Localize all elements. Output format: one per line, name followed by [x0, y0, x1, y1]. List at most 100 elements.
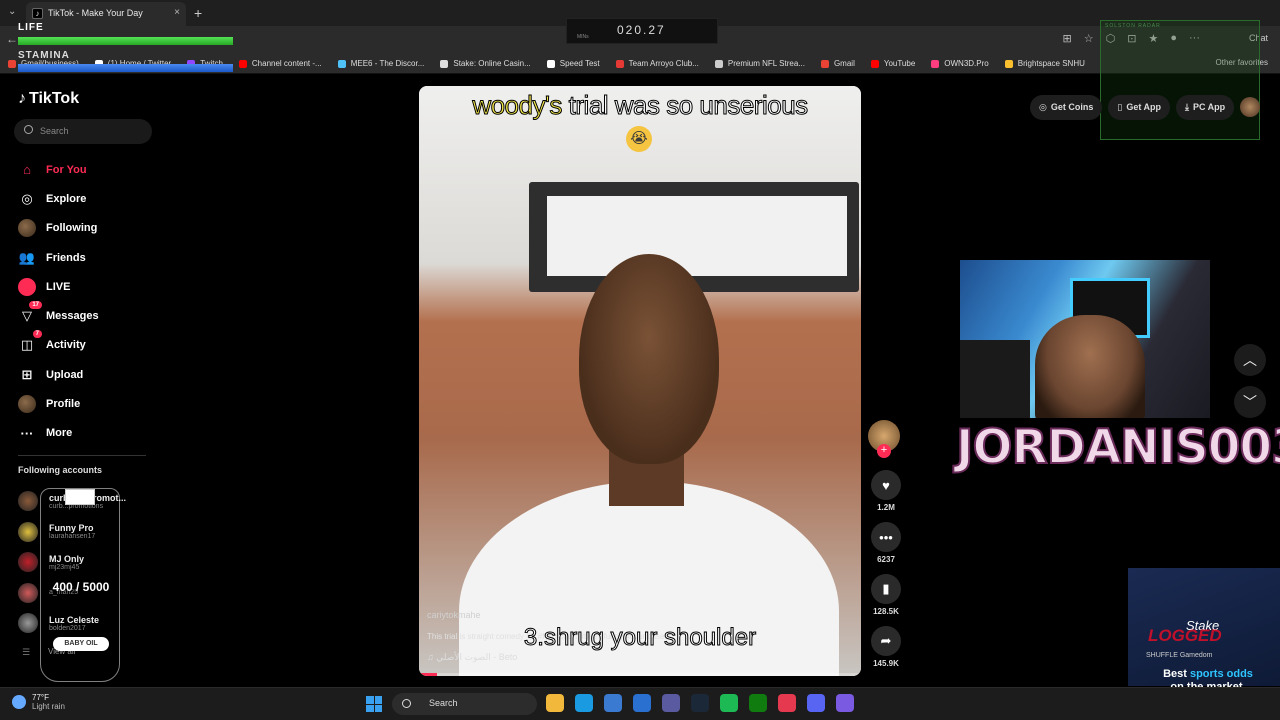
sidebar-item-messages[interactable]: ▽ 17 Messages — [18, 301, 99, 330]
timer-value: 020.27 — [617, 23, 666, 37]
edge-icon[interactable] — [575, 694, 593, 712]
favorite-link[interactable]: Premium NFL Strea... — [714, 59, 805, 68]
weather-temp: 77°F — [32, 693, 49, 702]
search-input[interactable]: Search — [14, 119, 152, 144]
steam-icon[interactable] — [691, 694, 709, 712]
account-avatar — [18, 552, 38, 573]
video-author-handle[interactable]: cariytokmahe — [427, 610, 481, 620]
favorite-link[interactable]: YouTube — [870, 59, 915, 68]
follow-plus-icon[interactable]: + — [877, 444, 891, 458]
search-placeholder: Search — [40, 126, 69, 136]
split-screen-icon[interactable]: ⊞ — [1063, 32, 1072, 45]
chevron-down-icon: ﹀ — [1243, 394, 1257, 410]
favorite-label: Channel content -... — [251, 59, 322, 68]
home-icon: ⌂ — [23, 162, 31, 178]
get-app-button[interactable]: ▯ Get App — [1108, 95, 1170, 120]
favorite-label: OWN3D.Pro — [944, 59, 989, 68]
pc-app-button[interactable]: ⤓ PC App — [1176, 95, 1235, 120]
close-tab-icon[interactable]: × — [174, 7, 180, 18]
tiktok-logo[interactable]: ♪ TikTok — [18, 90, 79, 108]
compass-icon: ◎ — [21, 190, 33, 206]
spotify-icon[interactable] — [720, 694, 738, 712]
browser-tab[interactable]: ♪ TikTok - Make Your Day × — [26, 2, 186, 26]
previous-video-button[interactable]: ︿ — [1234, 344, 1266, 376]
windows-taskbar: 77°F Light rain Search — [0, 687, 1280, 720]
like-count: 1.2M — [877, 503, 895, 512]
notification-badge: 7 — [32, 330, 42, 339]
heart-icon[interactable]: ♥ — [871, 470, 901, 500]
favorite-favicon-icon — [870, 59, 879, 68]
sidebar-item-following[interactable]: Following — [18, 214, 99, 243]
tiktok-note-icon: ♪ — [18, 90, 26, 107]
taskbar-search-label: Search — [429, 698, 458, 708]
back-arrow-icon[interactable]: ← — [6, 32, 18, 46]
sidebar-item-more[interactable]: ··· More — [18, 419, 99, 448]
account-avatar — [18, 582, 38, 603]
windows-start-icon[interactable] — [366, 696, 382, 712]
save-action[interactable]: ▮ 128.5K — [868, 574, 904, 616]
sidebar-item-friends[interactable]: 👥 Friends — [18, 243, 99, 272]
maps-icon[interactable] — [778, 694, 796, 712]
video-progress-bar[interactable] — [419, 673, 861, 676]
video-player[interactable]: woody's trial was so unserious 😭 cariyto… — [419, 86, 861, 676]
get-coins-button[interactable]: ◎ Get Coins — [1030, 95, 1103, 120]
video-subtitle: 3.shrug your shoulder — [523, 624, 757, 652]
sidebar-item-live[interactable]: LIVE — [18, 272, 99, 301]
favorite-favicon-icon — [714, 59, 723, 68]
weather-widget[interactable]: 77°F Light rain — [12, 693, 65, 711]
streamer-webcam — [960, 260, 1210, 418]
favorite-link[interactable]: Stake: Online Casin... — [440, 59, 531, 68]
mail-icon[interactable] — [633, 694, 651, 712]
favorite-link[interactable]: Gmail — [820, 59, 855, 68]
video-person-head — [579, 254, 719, 464]
favorite-link[interactable]: OWN3D.Pro — [931, 59, 989, 68]
sidebar-item-upload[interactable]: ⊞ Upload — [18, 360, 99, 389]
stamina-label: STAMINA — [18, 50, 70, 61]
apps-grid-icon[interactable] — [836, 694, 854, 712]
user-avatar[interactable] — [1240, 97, 1261, 117]
favorite-link[interactable]: Team Arroyo Club... — [615, 59, 699, 68]
favorite-link[interactable]: Speed Test — [546, 59, 600, 68]
next-video-button[interactable]: ﹀ — [1234, 386, 1266, 418]
weather-condition: Light rain — [32, 702, 65, 711]
creator-avatar[interactable]: + — [868, 420, 900, 458]
sponsor-ad: Stake LOGGED SHUFFLE Gamedom Best sports… — [1128, 568, 1280, 693]
favorite-favicon-icon — [931, 59, 940, 68]
radar-overlay: SOLSTON RADAR — [1100, 20, 1260, 140]
phone-icon: ▯ — [1117, 102, 1123, 112]
video-music[interactable]: ♫ الصوت الأصلي - Beto — [427, 652, 517, 663]
favorite-link[interactable]: Brightspace SNHU — [1004, 59, 1085, 68]
new-tab-button[interactable]: + — [194, 5, 202, 21]
xbox-icon[interactable] — [749, 694, 767, 712]
store-icon[interactable] — [604, 694, 622, 712]
share-icon[interactable]: ➦ — [871, 626, 901, 656]
sidebar-item-for-you[interactable]: ⌂ For You — [18, 155, 99, 184]
tab-list-icon[interactable]: ⌄ — [8, 6, 16, 17]
taskbar-search[interactable]: Search — [392, 693, 537, 715]
account-avatar — [18, 491, 38, 512]
favorite-link[interactable]: MEE6 - The Discor... — [337, 59, 424, 68]
share-action[interactable]: ➦ 145.9K — [868, 626, 904, 668]
comment-icon[interactable]: ••• — [871, 522, 901, 552]
stream-deck-icon[interactable] — [662, 694, 680, 712]
comment-action[interactable]: ••• 6237 — [868, 522, 904, 564]
favorite-star-icon[interactable]: ☆ — [1084, 32, 1094, 45]
bottle-cap — [65, 489, 95, 505]
like-action[interactable]: ♥ 1.2M — [868, 470, 904, 512]
file-explorer-icon[interactable] — [546, 694, 564, 712]
get-app-label: Get App — [1126, 102, 1161, 112]
caption-highlight: woody's — [472, 90, 563, 121]
account-avatar — [18, 613, 38, 634]
avatar — [18, 219, 36, 238]
favorite-label: Premium NFL Strea... — [727, 59, 805, 68]
pc-app-label: PC App — [1192, 102, 1226, 112]
sidebar-item-profile[interactable]: Profile — [18, 389, 99, 418]
sidebar-item-explore[interactable]: ◎ Explore — [18, 184, 99, 213]
favorite-link[interactable]: Channel content -... — [238, 59, 322, 68]
sidebar-item-activity[interactable]: ◫ 7 Activity — [18, 330, 99, 360]
discord-icon[interactable] — [807, 694, 825, 712]
ad-tagline-start: Best — [1163, 668, 1190, 680]
bookmark-icon[interactable]: ▮ — [871, 574, 901, 604]
favorite-favicon-icon — [238, 59, 247, 68]
ad-brands: SHUFFLE Gamedom — [1146, 652, 1213, 659]
